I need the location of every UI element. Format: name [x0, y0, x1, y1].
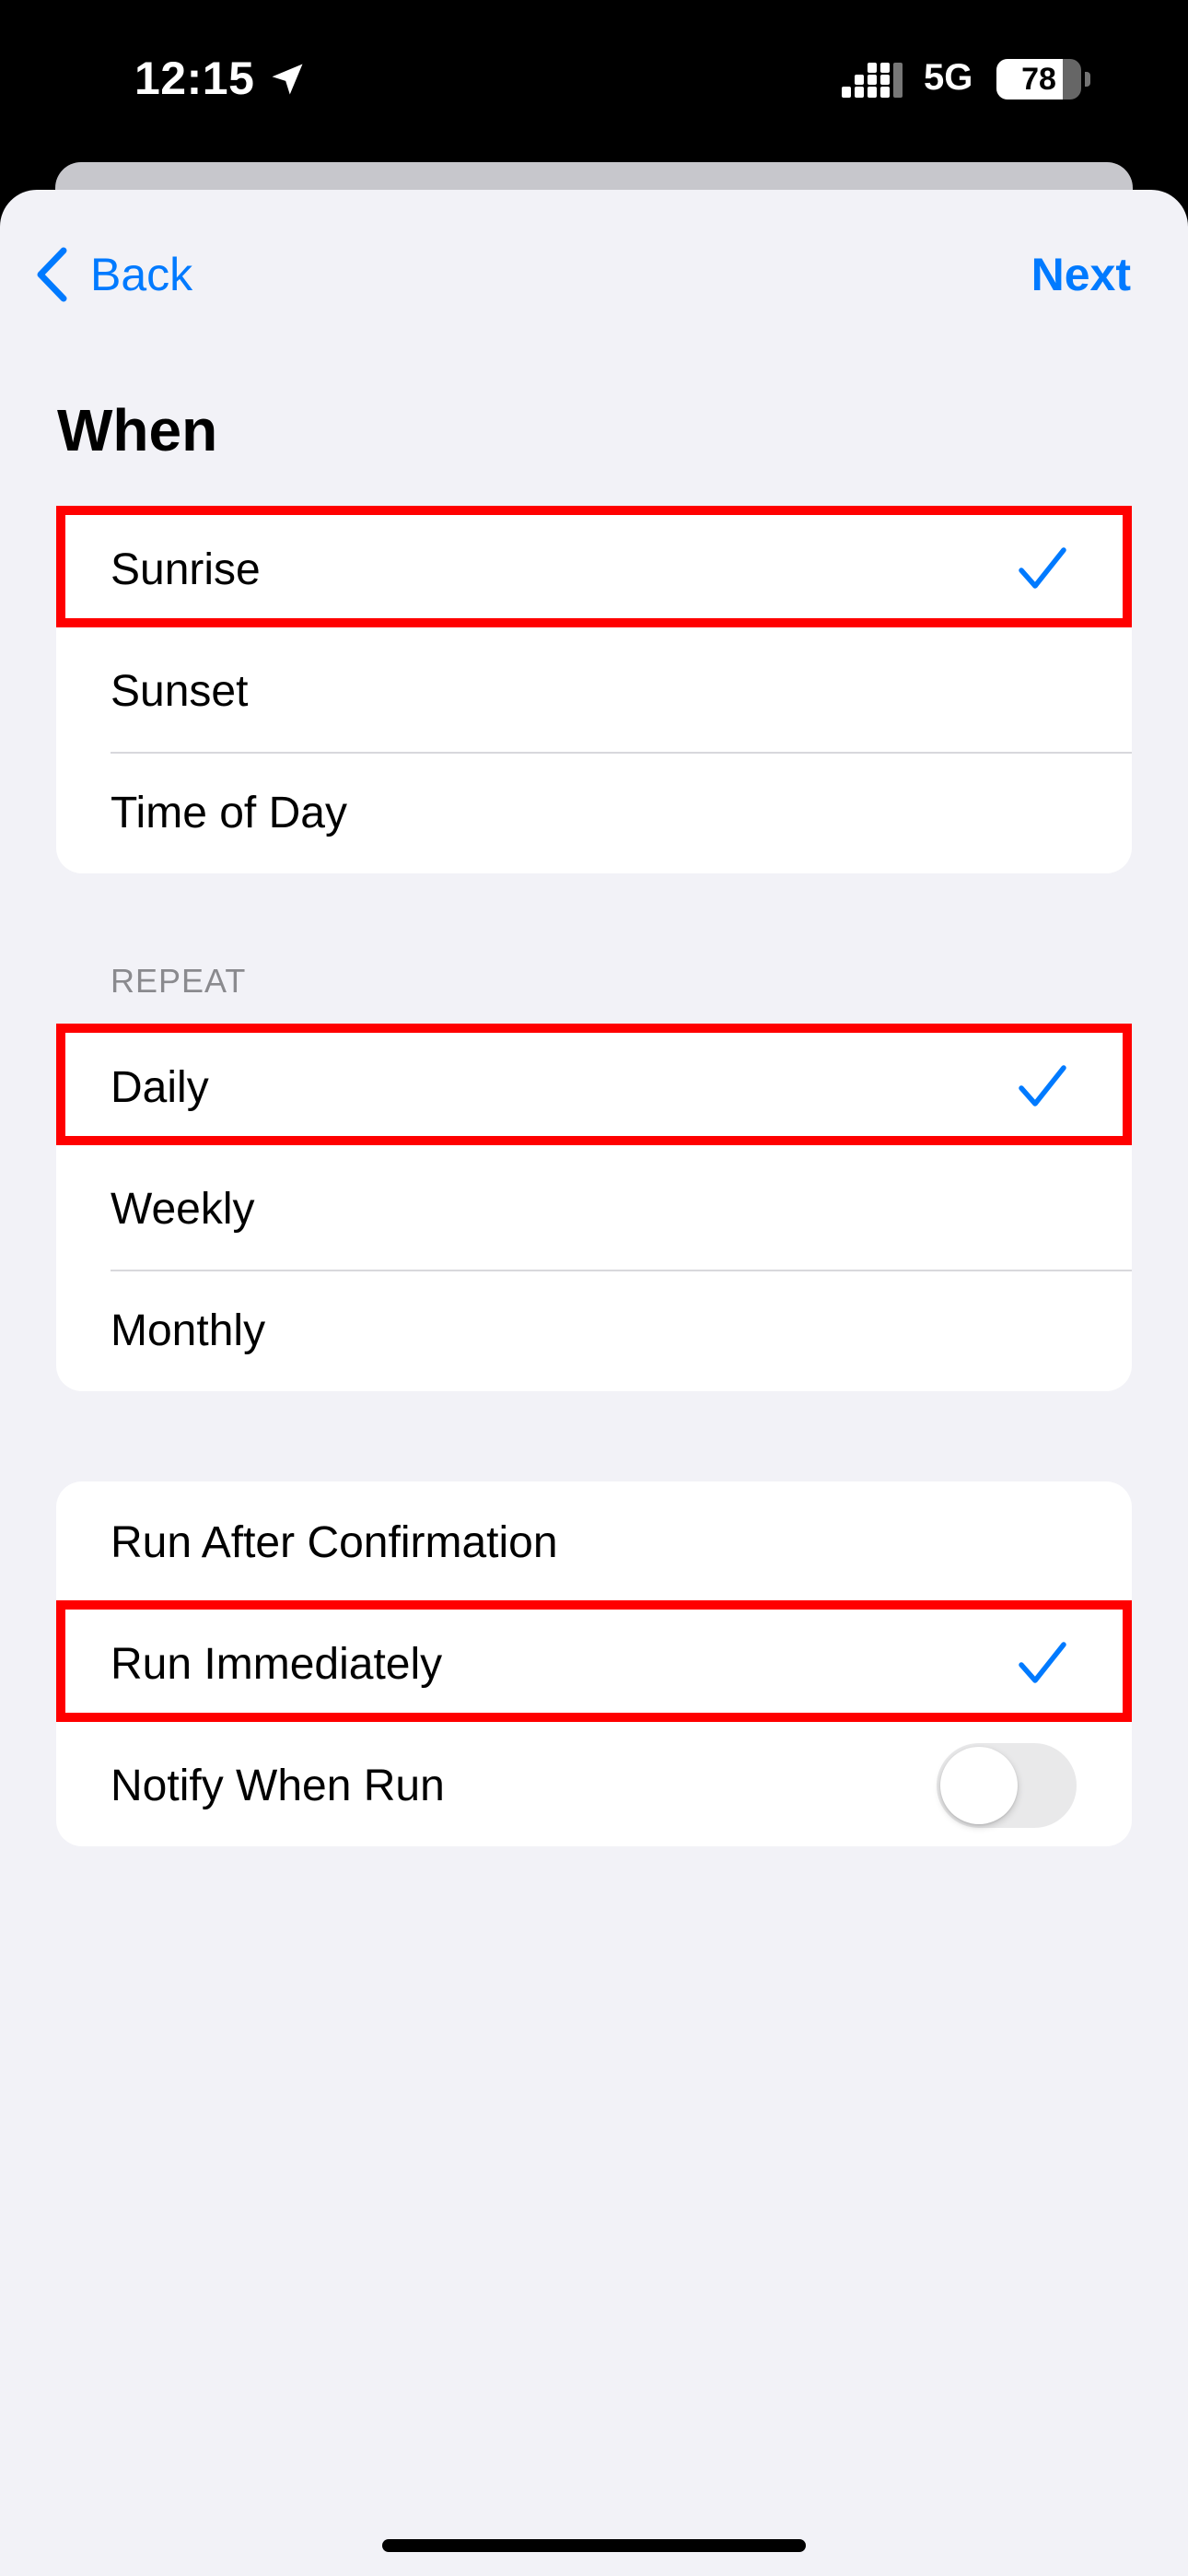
option-label: Time of Day [111, 788, 347, 837]
run-options-group: Run After Confirmation Run Immediately N… [56, 1481, 1132, 1846]
checkmark-icon [1019, 1065, 1066, 1107]
notify-when-run-toggle[interactable] [937, 1743, 1077, 1828]
when-title: When [57, 397, 218, 463]
option-sunrise[interactable]: Sunrise [56, 506, 1132, 630]
option-label: Sunrise [111, 544, 261, 594]
home-indicator[interactable] [382, 2539, 806, 2552]
screen: 12:15 5G 78 Back Next When Sunrise Sunse… [0, 0, 1188, 2576]
trigger-sheet: Back Next When Sunrise Sunset Time of Da… [0, 190, 1188, 2576]
option-time-of-day[interactable]: Time of Day [56, 752, 1132, 873]
checkmark-icon [1019, 547, 1066, 589]
cellular-signal-icon [842, 63, 903, 98]
battery-cap [1085, 72, 1090, 87]
option-daily[interactable]: Daily [56, 1024, 1132, 1148]
option-sunset[interactable]: Sunset [56, 630, 1132, 752]
option-label: Sunset [111, 666, 249, 716]
next-button[interactable]: Next [1031, 238, 1131, 311]
back-label: Back [90, 249, 193, 300]
option-weekly[interactable]: Weekly [56, 1148, 1132, 1270]
battery-level: 78 [1021, 62, 1056, 97]
location-arrow-icon [272, 64, 303, 95]
option-label: Run After Confirmation [111, 1517, 558, 1567]
network-type: 5G [924, 57, 973, 98]
option-label: Weekly [111, 1184, 255, 1234]
chevron-left-icon [37, 247, 67, 302]
status-bar: 12:15 5G 78 [0, 0, 1188, 164]
option-run-after-confirmation[interactable]: Run After Confirmation [56, 1481, 1132, 1603]
option-monthly[interactable]: Monthly [56, 1270, 1132, 1391]
notify-when-run-row: Notify When Run [56, 1725, 1132, 1846]
repeat-options-group: Daily Weekly Monthly [56, 1024, 1132, 1391]
repeat-header: REPEAT [111, 962, 247, 1000]
status-time: 12:15 [134, 53, 255, 104]
when-options-group: Sunrise Sunset Time of Day [56, 506, 1132, 873]
notify-when-run-label: Notify When Run [111, 1761, 445, 1810]
battery-icon: 78 [996, 59, 1081, 100]
checkmark-icon [1019, 1642, 1066, 1683]
option-label: Daily [111, 1062, 209, 1112]
option-run-immediately[interactable]: Run Immediately [56, 1600, 1132, 1725]
toggle-knob [940, 1747, 1018, 1824]
option-label: Monthly [111, 1306, 266, 1355]
option-label: Run Immediately [111, 1639, 443, 1689]
back-button[interactable]: Back [33, 238, 192, 311]
